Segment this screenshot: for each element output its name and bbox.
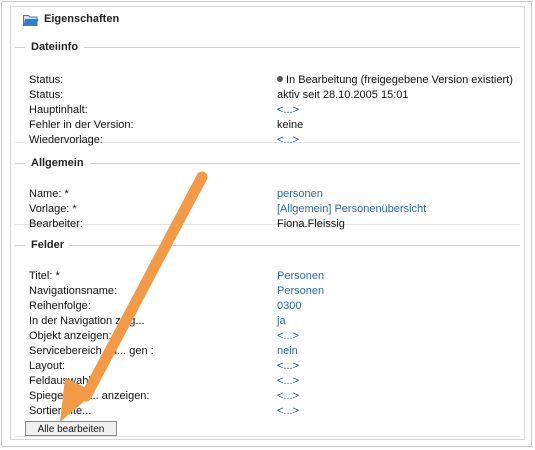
info-row-fehler: Fehler in der Version: keine — [29, 118, 520, 133]
info-row-wiedervorlage: Wiedervorlage: <...> — [29, 133, 520, 148]
field-row-feldauswahl: Feldauswahl: <...> — [29, 374, 520, 389]
panel-header: Eigenschaften — [11, 7, 524, 33]
row-value: aktiv seit 28.10.2005 15:01 — [277, 89, 409, 101]
row-label: Feldauswahl: — [29, 375, 94, 387]
reihenfolge-link[interactable]: 0300 — [277, 299, 301, 314]
row-label: Name: * — [29, 188, 69, 200]
wiedervorlage-link[interactable]: <...> — [277, 133, 299, 148]
row-label: In der Navigation zeig... — [29, 315, 145, 327]
sortierkriterium-link[interactable]: <...> — [277, 404, 299, 419]
row-value: keine — [277, 119, 304, 131]
objekt-anzeigen-link[interactable]: <...> — [277, 329, 299, 344]
vorlage-link[interactable]: [Allgemein] Personenübersicht — [277, 202, 426, 217]
panel-title: Eigenschaften — [44, 13, 120, 25]
info-row-status-active: Status: aktiv seit 28.10.2005 15:01 — [29, 88, 520, 103]
info-row-hauptinhalt: Hauptinhalt: <...> — [29, 103, 520, 118]
titel-link[interactable]: Personen — [277, 269, 324, 284]
layout-link[interactable]: <...> — [277, 359, 299, 374]
field-row-navigationsname: Navigationsname: Personen — [29, 284, 520, 299]
field-row-titel: Titel: * Personen — [29, 269, 520, 284]
general-row-vorlage: Vorlage: * [Allgemein] Personenübersicht — [29, 202, 520, 217]
status-bullet-icon — [277, 76, 283, 83]
field-row-sortierkriterium: Sortierkrite... <...> — [29, 404, 520, 419]
status-text: In Bearbeitung (freigegebene Version exi… — [286, 74, 513, 86]
felder-legend: Felder — [31, 239, 65, 251]
row-value: In Bearbeitung (freigegebene Version exi… — [277, 73, 513, 88]
general-row-name: Name: * personen — [29, 187, 520, 202]
name-link[interactable]: personen — [277, 187, 323, 202]
row-label: Objekt anzeigen: — [29, 330, 112, 342]
row-label: Servicebereich an... gen : — [29, 345, 154, 357]
edit-all-button[interactable]: Alle bearbeiten — [25, 421, 117, 436]
row-label: Fehler in der Version: — [29, 119, 134, 131]
row-label: Titel: * — [29, 270, 60, 282]
navigationsname-link[interactable]: Personen — [277, 284, 324, 299]
row-label: Hauptinhalt: — [29, 104, 88, 116]
navigation-zeigen-link[interactable]: ja — [277, 314, 286, 329]
open-folder-icon — [23, 15, 39, 26]
felder-section: Felder Titel: * Personen Navigationsname… — [15, 239, 520, 437]
dateiinfo-section: Dateiinfo Status: In Bearbeitung (freige… — [15, 41, 520, 146]
screenshot-frame: Eigenschaften Dateiinfo Status: In Bearb… — [1, 1, 532, 447]
row-label: Status: — [29, 74, 64, 86]
servicebereich-link[interactable]: nein — [277, 344, 298, 359]
spiegeldatei-link[interactable]: <...> — [277, 389, 299, 404]
allgemein-legend: Allgemein — [31, 157, 84, 169]
allgemein-section: Allgemein Name: * personen Vorlage: * [A… — [15, 157, 520, 230]
dateiinfo-legend: Dateiinfo — [31, 41, 79, 53]
row-label: Layout: — [29, 360, 66, 372]
row-label: Bearbeiter: — [29, 218, 83, 230]
field-row-servicebereich: Servicebereich an... gen : nein — [29, 344, 520, 359]
row-label: Sortierkrite... — [29, 405, 92, 417]
row-label: Vorlage: * — [29, 203, 77, 215]
field-row-reihenfolge: Reihenfolge: 0300 — [29, 299, 520, 314]
row-label: Spiegeldatei... anzeigen: — [29, 390, 150, 402]
field-row-layout: Layout: <...> — [29, 359, 520, 374]
general-row-bearbeiter: Bearbeiter: Fiona.Fleissig — [29, 217, 520, 232]
row-label: Status: — [29, 89, 64, 101]
row-label: Navigationsname: — [29, 285, 118, 297]
field-row-objekt-anzeigen: Objekt anzeigen: <...> — [29, 329, 520, 344]
field-row-spiegeldatei: Spiegeldatei... anzeigen: <...> — [29, 389, 520, 404]
field-row-navigation-zeigen: In der Navigation zeig... ja — [29, 314, 520, 329]
hauptinhalt-link[interactable]: <...> — [277, 103, 299, 118]
feldauswahl-link[interactable]: <...> — [277, 374, 299, 389]
info-row-status: Status: In Bearbeitung (freigegebene Ver… — [29, 73, 520, 88]
properties-panel: Eigenschaften Dateiinfo Status: In Bearb… — [10, 6, 525, 440]
row-label: Wiedervorlage: — [29, 134, 103, 146]
row-label: Reihenfolge: — [29, 300, 91, 312]
row-value: Fiona.Fleissig — [277, 218, 345, 230]
